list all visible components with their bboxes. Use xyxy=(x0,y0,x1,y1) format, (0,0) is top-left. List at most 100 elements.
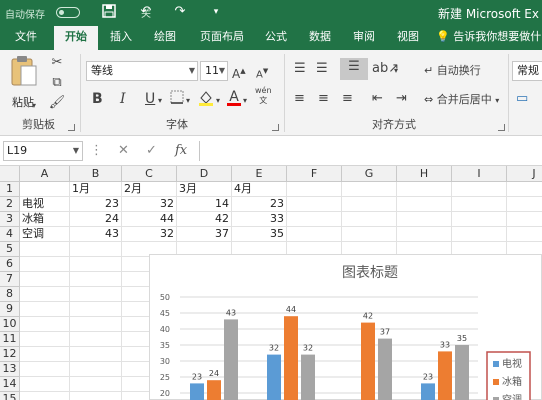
cell-e2[interactable]: 23 xyxy=(232,197,287,212)
row-header-2[interactable]: 2 xyxy=(0,197,20,212)
bold-button[interactable]: B xyxy=(92,90,103,108)
borders-dropdown-icon[interactable]: ▾ xyxy=(186,92,190,110)
select-all-corner[interactable] xyxy=(0,166,20,182)
tab-data[interactable]: 数据 xyxy=(302,26,338,50)
cell-f1[interactable] xyxy=(287,182,342,197)
column-header-h[interactable]: H xyxy=(397,166,452,182)
wrap-text-button[interactable]: ↵ 自动换行 xyxy=(424,62,481,80)
cell-b10[interactable] xyxy=(70,317,122,332)
row-header-3[interactable]: 3 xyxy=(0,212,20,227)
column-header-a[interactable]: A xyxy=(20,166,70,182)
font-name-combo[interactable]: 等线 ▼ xyxy=(86,61,198,81)
cell-a11[interactable] xyxy=(20,332,70,347)
tab-formulas[interactable]: 公式 xyxy=(258,26,294,50)
cell-b4[interactable]: 43 xyxy=(70,227,122,242)
cell-a15[interactable] xyxy=(20,392,70,400)
cell-d2[interactable]: 14 xyxy=(177,197,232,212)
name-box[interactable]: L19 ▼ xyxy=(3,141,83,161)
row-header-4[interactable]: 4 xyxy=(0,227,20,242)
row-header-1[interactable]: 1 xyxy=(0,182,20,197)
italic-button[interactable]: I xyxy=(120,90,126,108)
cell-a5[interactable] xyxy=(20,242,70,257)
align-middle-icon[interactable]: ☰ xyxy=(316,60,328,78)
copy-icon[interactable]: ⧉ xyxy=(48,74,66,92)
number-format-combo[interactable]: 常规 xyxy=(512,61,542,81)
tab-page-layout[interactable]: 页面布局 xyxy=(194,26,250,50)
cell-b14[interactable] xyxy=(70,377,122,392)
cell-i2[interactable] xyxy=(452,197,507,212)
cell-d4[interactable]: 37 xyxy=(177,227,232,242)
cell-h2[interactable] xyxy=(397,197,452,212)
cell-h1[interactable] xyxy=(397,182,452,197)
cell-a12[interactable] xyxy=(20,347,70,362)
cell-a7[interactable] xyxy=(20,272,70,287)
cancel-icon[interactable]: ✕ xyxy=(118,143,129,158)
increase-indent-icon[interactable]: ⇥ xyxy=(396,90,407,108)
tell-me-box[interactable]: 💡 告诉我你想要做什么 xyxy=(436,26,542,50)
cell-d3[interactable]: 42 xyxy=(177,212,232,227)
cut-icon[interactable]: ✂ xyxy=(48,54,66,72)
column-header-i[interactable]: I xyxy=(452,166,507,182)
underline-dropdown-icon[interactable]: ▾ xyxy=(158,92,162,110)
row-header-13[interactable]: 13 xyxy=(0,362,20,377)
cell-c3[interactable]: 44 xyxy=(122,212,177,227)
row-header-7[interactable]: 7 xyxy=(0,272,20,287)
tab-review[interactable]: 审阅 xyxy=(346,26,382,50)
cell-h3[interactable] xyxy=(397,212,452,227)
cell-c1[interactable]: 2月 xyxy=(122,182,177,197)
tab-file[interactable]: 文件 xyxy=(6,26,46,50)
row-header-15[interactable]: 15 xyxy=(0,392,20,400)
align-center-icon[interactable]: ≡ xyxy=(318,90,329,108)
paste-icon[interactable] xyxy=(8,54,40,90)
cell-a6[interactable] xyxy=(20,257,70,272)
column-header-j[interactable]: J xyxy=(507,166,542,182)
cell-i3[interactable] xyxy=(452,212,507,227)
cell-e1[interactable]: 4月 xyxy=(232,182,287,197)
clipboard-launcher-icon[interactable] xyxy=(68,124,75,131)
cell-f2[interactable] xyxy=(287,197,342,212)
cell-b5[interactable] xyxy=(70,242,122,257)
cell-j4[interactable] xyxy=(507,227,542,242)
cell-d1[interactable]: 3月 xyxy=(177,182,232,197)
borders-icon[interactable] xyxy=(170,90,184,110)
row-header-6[interactable]: 6 xyxy=(0,257,20,272)
cell-a14[interactable] xyxy=(20,377,70,392)
row-header-11[interactable]: 11 xyxy=(0,332,20,347)
cell-e3[interactable]: 33 xyxy=(232,212,287,227)
cell-a9[interactable] xyxy=(20,302,70,317)
column-header-f[interactable]: F xyxy=(287,166,342,182)
column-header-e[interactable]: E xyxy=(232,166,287,182)
cell-b8[interactable] xyxy=(70,287,122,302)
tab-draw[interactable]: 绘图 xyxy=(146,26,184,50)
align-bottom-icon[interactable]: ☰ xyxy=(340,58,368,80)
font-size-combo[interactable]: 11 ▼ xyxy=(200,61,228,81)
currency-icon[interactable]: ▭ xyxy=(516,90,528,108)
cell-b12[interactable] xyxy=(70,347,122,362)
cell-b2[interactable]: 23 xyxy=(70,197,122,212)
row-header-10[interactable]: 10 xyxy=(0,317,20,332)
column-header-d[interactable]: D xyxy=(177,166,232,182)
align-right-icon[interactable]: ≡ xyxy=(342,90,353,108)
cell-b11[interactable] xyxy=(70,332,122,347)
redo-icon[interactable]: ↷ xyxy=(172,4,188,20)
save-icon[interactable] xyxy=(101,4,117,20)
cell-b3[interactable]: 24 xyxy=(70,212,122,227)
cell-f4[interactable] xyxy=(287,227,342,242)
cell-a1[interactable] xyxy=(20,182,70,197)
cell-b7[interactable] xyxy=(70,272,122,287)
column-header-g[interactable]: G xyxy=(342,166,397,182)
cell-i4[interactable] xyxy=(452,227,507,242)
row-header-5[interactable]: 5 xyxy=(0,242,20,257)
cell-a8[interactable] xyxy=(20,287,70,302)
cell-b13[interactable] xyxy=(70,362,122,377)
cell-e4[interactable]: 35 xyxy=(232,227,287,242)
autosave-toggle[interactable]: 关 xyxy=(56,7,151,20)
orientation-dropdown-icon[interactable]: ▾ xyxy=(394,62,398,80)
font-color-icon[interactable]: A xyxy=(227,88,241,106)
merge-center-button[interactable]: ⇔ 合并后居中 ▾ xyxy=(424,91,499,110)
cell-h4[interactable] xyxy=(397,227,452,242)
cell-j2[interactable] xyxy=(507,197,542,212)
cell-f3[interactable] xyxy=(287,212,342,227)
tab-home[interactable]: 开始 xyxy=(54,26,98,50)
column-header-c[interactable]: C xyxy=(122,166,177,182)
